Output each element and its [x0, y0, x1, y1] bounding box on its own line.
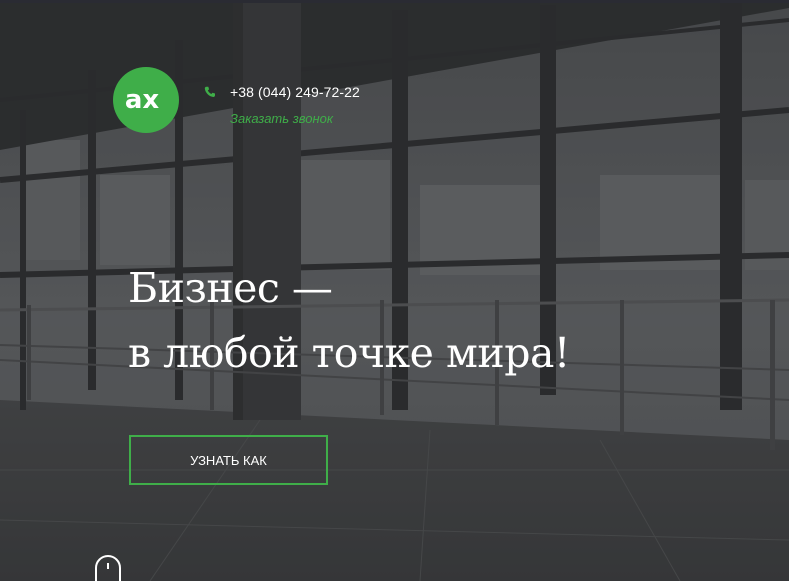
hero-headline: Бизнес — в любой точке мира! [128, 256, 570, 386]
phone-contact[interactable]: +38 (044) 249-72-22 [204, 82, 360, 102]
phone-number: +38 (044) 249-72-22 [230, 84, 360, 100]
logo-lettering: ax [125, 85, 160, 115]
top-border [0, 0, 789, 3]
hero-section: ax +38 (044) 249-72-22 Заказать звонок Б… [0, 0, 789, 581]
phone-icon [204, 86, 215, 97]
learn-how-button[interactable]: УЗНАТЬ КАК [129, 435, 328, 485]
company-logo[interactable]: ax [112, 66, 182, 134]
callback-link[interactable]: Заказать звонок [230, 111, 333, 126]
mouse-scroll-icon[interactable] [94, 554, 122, 581]
headline-line-2: в любой точке мира! [128, 329, 570, 377]
headline-line-1: Бизнес — [128, 264, 333, 312]
